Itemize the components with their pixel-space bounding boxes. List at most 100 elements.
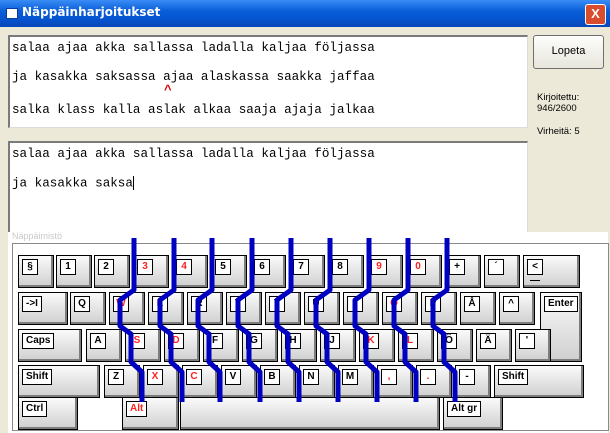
key-å-r1c11[interactable]: Å xyxy=(460,292,496,325)
key-label: Z xyxy=(108,369,124,385)
key-n-r3c6[interactable]: N xyxy=(299,365,335,398)
key-g-r2c5[interactable]: G xyxy=(242,329,278,362)
key-sym-r0c0[interactable]: § xyxy=(18,255,54,288)
key-z-r3c1[interactable]: Z xyxy=(104,365,140,398)
key-3-r0c3[interactable]: 3 xyxy=(133,255,169,288)
written-value: 946/2600 xyxy=(537,103,577,114)
title-bar: Näppäinharjoitukset X xyxy=(0,0,610,27)
key-sym-r0c12[interactable]: ´ xyxy=(484,255,520,288)
key-label: Y xyxy=(269,296,285,312)
key-6-r0c6[interactable]: 6 xyxy=(250,255,286,288)
key-u-r1c7[interactable]: U xyxy=(304,292,340,325)
key-a-r2c1[interactable]: A xyxy=(86,329,122,362)
key-v-r3c4[interactable]: V xyxy=(221,365,257,398)
key-i-r1c0[interactable]: ->I xyxy=(18,292,68,325)
keyboard-title: Näppäimistö xyxy=(12,231,63,241)
key-label: K xyxy=(363,333,379,349)
key-label: 2 xyxy=(98,259,114,275)
key-label: D xyxy=(168,333,184,349)
key-ä-r2c11[interactable]: Ä xyxy=(476,329,512,362)
key-d-r2c3[interactable]: D xyxy=(164,329,200,362)
key-label: Caps xyxy=(22,333,55,349)
key-label: Shift xyxy=(22,369,53,385)
key-x-r3c2[interactable]: X xyxy=(143,365,179,398)
key-w-r1c2[interactable]: W xyxy=(109,292,145,325)
key-sym-r3c9[interactable]: . xyxy=(416,365,452,398)
key-f-r2c4[interactable]: F xyxy=(203,329,239,362)
key-label: S xyxy=(129,333,145,349)
key-s-r2c2[interactable]: S xyxy=(125,329,161,362)
key-sym-r0c13[interactable]: <— xyxy=(523,255,580,288)
key-label: 1 xyxy=(60,259,76,275)
key-sym-r3c10[interactable]: - xyxy=(455,365,491,398)
key-q-r1c1[interactable]: Q xyxy=(70,292,106,325)
key-alt-r4c1[interactable]: Alt xyxy=(122,397,179,430)
key-shift-r3c0[interactable]: Shift xyxy=(18,365,100,398)
key-label: Ö xyxy=(441,333,457,349)
key-8-r0c8[interactable]: 8 xyxy=(328,255,364,288)
key-label: 3 xyxy=(137,259,153,275)
target-line-1: salaa ajaa akka sallassa ladalla kaljaa … xyxy=(12,41,375,55)
key-label: N xyxy=(303,369,319,385)
typing-input[interactable]: salaa ajaa akka sallassa ladalla kaljaa … xyxy=(8,141,528,233)
key-l-r2c9[interactable]: L xyxy=(398,329,434,362)
key-0-r0c10[interactable]: 0 xyxy=(406,255,442,288)
key-label: M xyxy=(342,369,358,385)
key-7-r0c7[interactable]: 7 xyxy=(289,255,325,288)
key-sym-r2c12[interactable]: ' xyxy=(515,329,551,362)
key-o-r1c9[interactable]: O xyxy=(382,292,418,325)
key-alt-gr-r4c3[interactable]: Alt gr xyxy=(443,397,503,430)
key-label: Enter xyxy=(544,296,578,312)
key-c-r3c3[interactable]: C xyxy=(182,365,218,398)
key-label: J xyxy=(324,333,340,349)
key-b-r3c5[interactable]: B xyxy=(260,365,296,398)
key-label: ' xyxy=(519,333,535,349)
key-1-r0c1[interactable]: 1 xyxy=(56,255,92,288)
close-button[interactable]: X xyxy=(585,4,606,25)
key-space-r4c2[interactable] xyxy=(180,397,440,430)
key-label: F xyxy=(207,333,223,349)
errors-count: Virheitä: 5 xyxy=(537,126,580,137)
quit-button[interactable]: Lopeta xyxy=(533,35,604,69)
key-i-r1c8[interactable]: I xyxy=(343,292,379,325)
key-label: 8 xyxy=(332,259,348,275)
key-2-r0c2[interactable]: 2 xyxy=(94,255,130,288)
key-label: 6 xyxy=(254,259,270,275)
key-label: H xyxy=(285,333,301,349)
key-j-r2c7[interactable]: J xyxy=(320,329,356,362)
written-label: Kirjoitettu: xyxy=(537,92,580,103)
key-e-r1c3[interactable]: E xyxy=(148,292,184,325)
text-cursor xyxy=(132,176,134,190)
key-label: L xyxy=(402,333,418,349)
key-sym-r1c12[interactable]: ^ xyxy=(499,292,535,325)
key-label: ->I xyxy=(22,296,42,312)
key-ctrl-r4c0[interactable]: Ctrl xyxy=(18,397,78,430)
typed-line-2-wrap: ja kasakka saksa xyxy=(12,176,134,190)
key-sym-r3c8[interactable]: , xyxy=(377,365,413,398)
key-label: U xyxy=(308,296,324,312)
key-y-r1c6[interactable]: Y xyxy=(265,292,301,325)
key-r-r1c4[interactable]: R xyxy=(187,292,223,325)
key-sym-r0c11[interactable]: + xyxy=(445,255,481,288)
key-label: G xyxy=(246,333,262,349)
key-shift-r3c11[interactable]: Shift xyxy=(494,365,584,398)
key-label: 7 xyxy=(293,259,309,275)
key-caps-r2c0[interactable]: Caps xyxy=(18,329,82,362)
key-m-r3c7[interactable]: M xyxy=(338,365,374,398)
target-line-3: salka klass kalla aslak alkaa saaja ajaj… xyxy=(12,103,375,117)
key-t-r1c5[interactable]: T xyxy=(226,292,262,325)
key-9-r0c9[interactable]: 9 xyxy=(367,255,403,288)
key-p-r1c10[interactable]: P xyxy=(421,292,457,325)
key-4-r0c4[interactable]: 4 xyxy=(172,255,208,288)
key-label: Q xyxy=(74,296,90,312)
key-h-r2c6[interactable]: H xyxy=(281,329,317,362)
key-label: R xyxy=(191,296,207,312)
key-ö-r2c10[interactable]: Ö xyxy=(437,329,473,362)
key-label: E xyxy=(152,296,168,312)
key-label: ´ xyxy=(488,259,504,275)
key-k-r2c8[interactable]: K xyxy=(359,329,395,362)
key-5-r0c5[interactable]: 5 xyxy=(211,255,247,288)
key-label: - xyxy=(459,369,475,385)
key-label: Alt xyxy=(126,401,148,417)
typed-line-1: salaa ajaa akka sallassa ladalla kaljaa … xyxy=(12,147,375,161)
